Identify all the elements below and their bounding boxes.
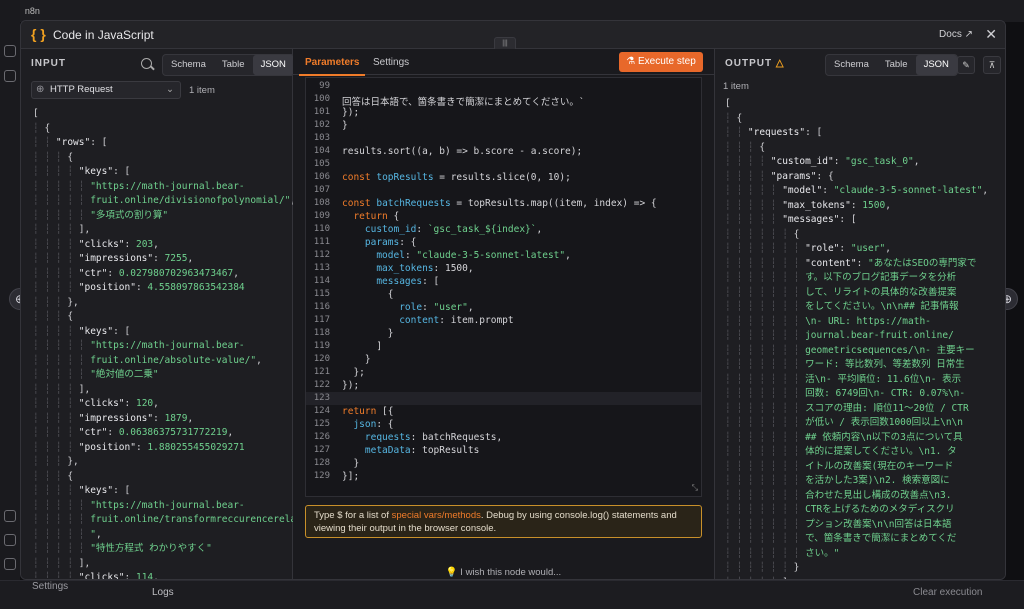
center-tabs: Parameters Settings ⚗ Execute step [293,49,714,76]
logs-bar: Settings Logs Clear execution [0,580,1024,609]
tab-json[interactable]: JSON [252,55,294,75]
globe-icon: ⊕ [36,84,45,95]
feedback-link[interactable]: 💡 I wish this node would... [293,567,714,578]
tab-settings[interactable]: Settings [373,57,409,68]
template-icon[interactable] [4,510,16,522]
logs-label[interactable]: Logs [152,587,174,598]
close-icon[interactable]: ✕ [985,26,997,43]
lightbulb-icon: 💡 [445,567,461,578]
item-count: 1 item [189,85,215,96]
warning-icon: △ [775,58,785,69]
workflow-icon[interactable] [4,70,16,82]
output-view-toggle: Schema Table JSON [825,54,958,76]
feedback-label: I wish this node would... [460,567,562,578]
tab-json[interactable]: JSON [915,55,957,75]
item-count: 1 item [723,81,749,92]
app-top-bar: ●○n8n [0,0,1024,22]
input-node-select[interactable]: ⊕ HTTP Request ⌄ [31,81,181,99]
hint-prefix: Type $ for a list of [314,510,392,521]
flask-icon: ⚗ [626,56,638,67]
docs-link[interactable]: Docs ↗ [939,29,973,40]
home-icon[interactable] [4,45,16,57]
insights-icon[interactable] [4,534,16,546]
node-modal: { } Code in JavaScript Docs ↗ ✕ ||| INPU… [20,20,1006,580]
resize-icon[interactable]: ⤡ [692,483,698,493]
parameters-panel: Parameters Settings ⚗ Execute step 99 10… [293,49,714,579]
tab-schema[interactable]: Schema [826,55,877,75]
clear-execution-button[interactable]: Clear execution [913,587,982,598]
edit-icon[interactable]: ✎ [957,56,975,74]
input-json-tree: [ ┆ { ┆ ┆ "rows": [ ┆ ┆ ┆ { ┆ ┆ ┆ ┆ "key… [33,108,331,580]
tab-schema[interactable]: Schema [163,55,214,75]
execute-step-label: Execute step [637,56,696,67]
chevron-down-icon: ⌄ [166,84,174,95]
input-view-toggle: Schema Table JSON [162,54,295,76]
help-icon[interactable] [4,558,16,570]
execute-step-button[interactable]: ⚗ Execute step [619,52,703,72]
output-header: OUTPUT △ [725,58,785,69]
modal-title: Code in JavaScript [53,28,154,42]
pin-icon[interactable]: ⊼ [983,56,1001,74]
hint-box: Type $ for a list of special vars/method… [305,505,702,538]
code-icon: { } [31,26,46,42]
search-icon[interactable] [141,58,152,69]
output-panel: OUTPUT △ Schema Table JSON ✎ ⊼ 1 item [ … [714,49,1005,579]
node-select-value: HTTP Request [50,84,113,95]
output-json-tree: [ ┆ { ┆ ┆ "requests": [ ┆ ┆ ┆ { ┆ ┆ ┆ ┆ … [725,98,989,579]
tab-parameters[interactable]: Parameters [298,57,367,76]
active-line-highlight [306,392,701,405]
tab-table[interactable]: Table [214,55,253,75]
input-panel: INPUT Schema Table JSON ⊕ HTTP Request ⌄… [21,49,330,579]
input-header: INPUT [31,58,66,69]
special-vars-link[interactable]: special vars/methods [392,510,481,521]
code-editor[interactable]: 99 100 回答は日本語で、箇条書きで簡潔にまとめてください。` 101}); … [305,77,702,497]
tab-table[interactable]: Table [877,55,916,75]
settings-link[interactable]: Settings [32,581,68,592]
